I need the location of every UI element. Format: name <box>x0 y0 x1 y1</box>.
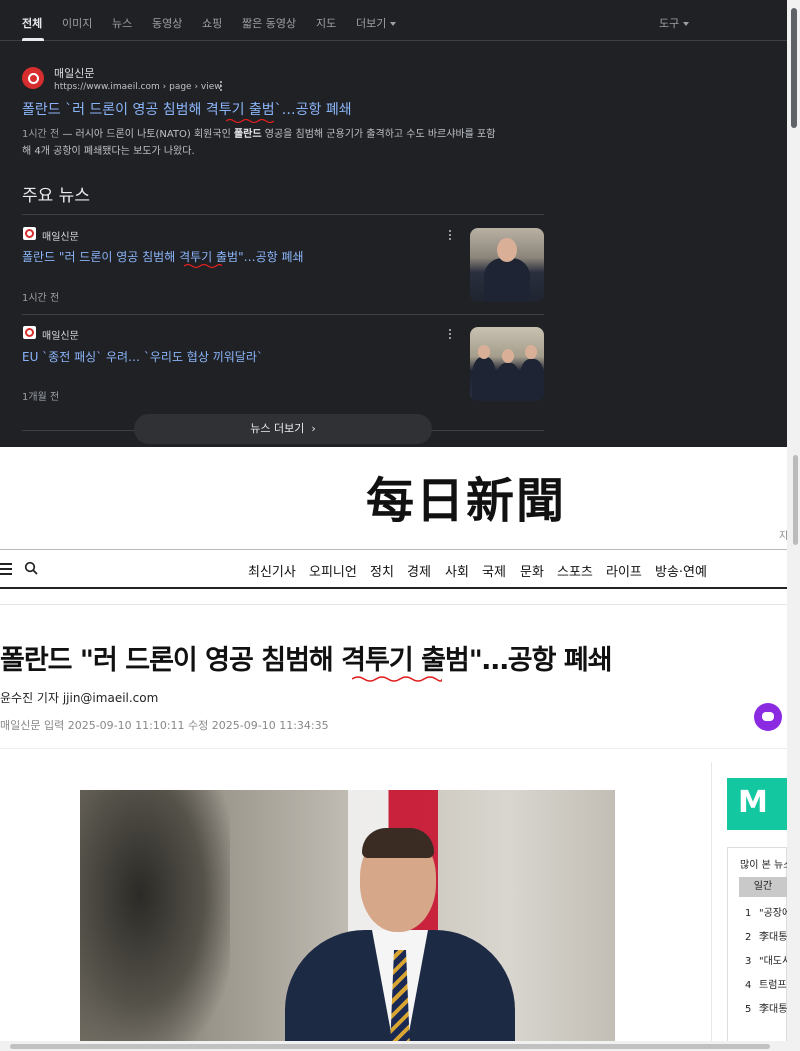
maeil-favicon-icon <box>23 227 36 240</box>
search-results-panel: 전체 이미지 뉴스 동영상 쇼핑 짧은 동영상 지도 더보기 도구 매일신문 h… <box>0 0 787 447</box>
tab-short-videos[interactable]: 짧은 동영상 <box>242 15 296 31</box>
photo-blur <box>80 790 230 1051</box>
nav-society[interactable]: 사회 <box>445 561 469 580</box>
maeil-logo[interactable]: 每日新聞 <box>366 473 581 529</box>
search-icon[interactable] <box>24 561 38 575</box>
ad-logo: M <box>738 785 768 820</box>
top-news-heading: 주요 뉴스 <box>22 186 90 206</box>
article-title: 폴란드 "러 드론이 영공 침범해 격투기 출범"…공항 폐쇄 <box>0 645 613 676</box>
popular-item[interactable]: 4 트럼프 <box>745 976 787 991</box>
news-time: 1개월 전 <box>22 392 60 403</box>
news-thumbnail[interactable] <box>470 228 544 302</box>
snippet-text-1: — 러시아 드론이 나토(NATO) 회원국인 <box>59 129 234 140</box>
nav-latest[interactable]: 최신기사 <box>248 561 296 580</box>
rank: 1 <box>745 908 752 919</box>
news-title-link[interactable]: 폴란드 "러 드론이 영공 침범해 격투기 출범"…공항 폐쇄 <box>22 248 304 265</box>
result-time: 1시간 전 <box>22 129 60 140</box>
scrollbar-thumb[interactable] <box>791 8 797 128</box>
rank: 5 <box>745 1004 752 1015</box>
divider <box>22 214 544 215</box>
tab-more-label: 더보기 <box>356 17 387 30</box>
rank: 4 <box>745 980 752 991</box>
popular-item[interactable]: 1 "공장에 <box>745 904 787 919</box>
photo-hair <box>362 828 434 858</box>
tools-label: 도구 <box>659 17 680 30</box>
news-source: 매일신문 <box>42 232 79 243</box>
spellcheck-underline <box>352 676 442 682</box>
more-news-label: 뉴스 더보기 <box>250 422 305 435</box>
divider <box>22 314 544 315</box>
news-source: 매일신문 <box>42 331 79 342</box>
rank: 3 <box>745 956 752 967</box>
nav-entertainment[interactable]: 방송·연예 <box>655 561 707 580</box>
tools-button[interactable]: 도구 <box>659 15 690 31</box>
result-site-name[interactable]: 매일신문 <box>54 65 94 81</box>
popular-item-text: 트럼프 <box>759 980 787 991</box>
popular-news-title: 많이 본 뉴스 <box>740 860 787 871</box>
tab-videos[interactable]: 동영상 <box>152 15 182 31</box>
maeil-favicon-icon <box>22 67 44 89</box>
article-photo[interactable] <box>80 790 615 1051</box>
divider <box>0 748 787 749</box>
nav-culture[interactable]: 문화 <box>520 561 544 580</box>
nav-economy[interactable]: 경제 <box>407 561 431 580</box>
popular-item[interactable]: 2 李대통령 <box>745 928 787 943</box>
nav-politics[interactable]: 정치 <box>370 561 394 580</box>
ai-assistant-icon[interactable] <box>754 703 782 731</box>
divider <box>0 549 787 550</box>
tab-news[interactable]: 뉴스 <box>112 15 132 31</box>
snippet-bold: 폴란드 <box>233 129 262 140</box>
result-snippet-line2: 해 4개 공항이 폐쇄됐다는 보도가 나왔다. <box>22 146 195 157</box>
article-byline[interactable]: 윤수진 기자 jjin@imaeil.com <box>0 689 158 706</box>
kebab-menu-icon[interactable] <box>449 230 452 241</box>
kebab-menu-icon[interactable] <box>449 329 452 340</box>
chevron-right-icon: › <box>311 422 316 435</box>
chevron-down-icon <box>390 22 397 26</box>
active-tab-indicator <box>22 38 44 41</box>
kebab-menu-icon[interactable] <box>220 81 223 92</box>
scrollbar-thumb[interactable] <box>793 455 798 545</box>
tab-all[interactable]: 전체 <box>22 15 42 31</box>
maeil-favicon-icon <box>23 326 36 339</box>
rank: 2 <box>745 932 752 943</box>
tab-daily[interactable]: 일간 <box>739 877 787 897</box>
divider <box>0 604 787 605</box>
column-divider <box>711 762 712 1051</box>
article-page: 每日新聞 지면 최신기사 오피니언 정치 경제 사회 국제 문화 스포츠 라이프… <box>0 447 787 1051</box>
tab-more[interactable]: 더보기 <box>356 15 397 31</box>
scrollbar-thumb[interactable] <box>10 1044 770 1049</box>
popular-item[interactable]: 5 李대통령 <box>745 1000 787 1015</box>
article-dates: 매일신문 입력 2025-09-10 11:10:11 수정 2025-09-1… <box>0 717 329 733</box>
news-time: 1시간 전 <box>22 293 60 304</box>
nav-opinion[interactable]: 오피니언 <box>309 561 357 580</box>
tab-maps[interactable]: 지도 <box>316 15 336 31</box>
popular-item[interactable]: 3 "대도서 <box>745 952 787 967</box>
tab-images[interactable]: 이미지 <box>62 15 92 31</box>
chevron-down-icon <box>683 22 690 26</box>
spellcheck-underline <box>226 118 274 124</box>
nav-sports[interactable]: 스포츠 <box>557 561 593 580</box>
divider <box>0 587 787 589</box>
result-title-link[interactable]: 폴란드 `러 드론이 영공 침범해 격투기 출범`…공항 폐쇄 <box>22 99 352 119</box>
hamburger-icon[interactable] <box>0 563 13 575</box>
print-edition-link[interactable]: 지면 <box>779 527 787 542</box>
spellcheck-underline <box>184 263 222 269</box>
search-tabs: 전체 이미지 뉴스 동영상 쇼핑 짧은 동영상 지도 더보기 도구 <box>0 0 787 41</box>
nav-life[interactable]: 라이프 <box>606 561 642 580</box>
popular-item-text: "공장에 <box>759 908 787 919</box>
more-news-button[interactable]: 뉴스 더보기 › <box>134 414 432 444</box>
news-title-link[interactable]: EU `종전 패싱` 우려… `우리도 협상 끼워달라` <box>22 348 263 365</box>
article-timestamps: 입력 2025-09-10 11:10:11 수정 2025-09-10 11:… <box>40 719 329 732</box>
result-snippet-line1: 1시간 전 — 러시아 드론이 나토(NATO) 회원국인 폴란드 영공을 침범… <box>22 125 495 140</box>
popular-item-text: 李대통령 <box>759 1004 787 1015</box>
nav-world[interactable]: 국제 <box>482 561 506 580</box>
popular-item-text: "대도서 <box>759 956 787 967</box>
snippet-text-2: 영공을 침범해 군용기가 출격하고 수도 바르샤바를 포함 <box>261 129 496 140</box>
tab-shopping[interactable]: 쇼핑 <box>202 15 222 31</box>
news-thumbnail[interactable] <box>470 327 544 401</box>
article-source: 매일신문 <box>0 719 41 732</box>
popular-item-text: 李대통령 <box>759 932 787 943</box>
result-url[interactable]: https://www.imaeil.com › page › view <box>54 82 222 92</box>
